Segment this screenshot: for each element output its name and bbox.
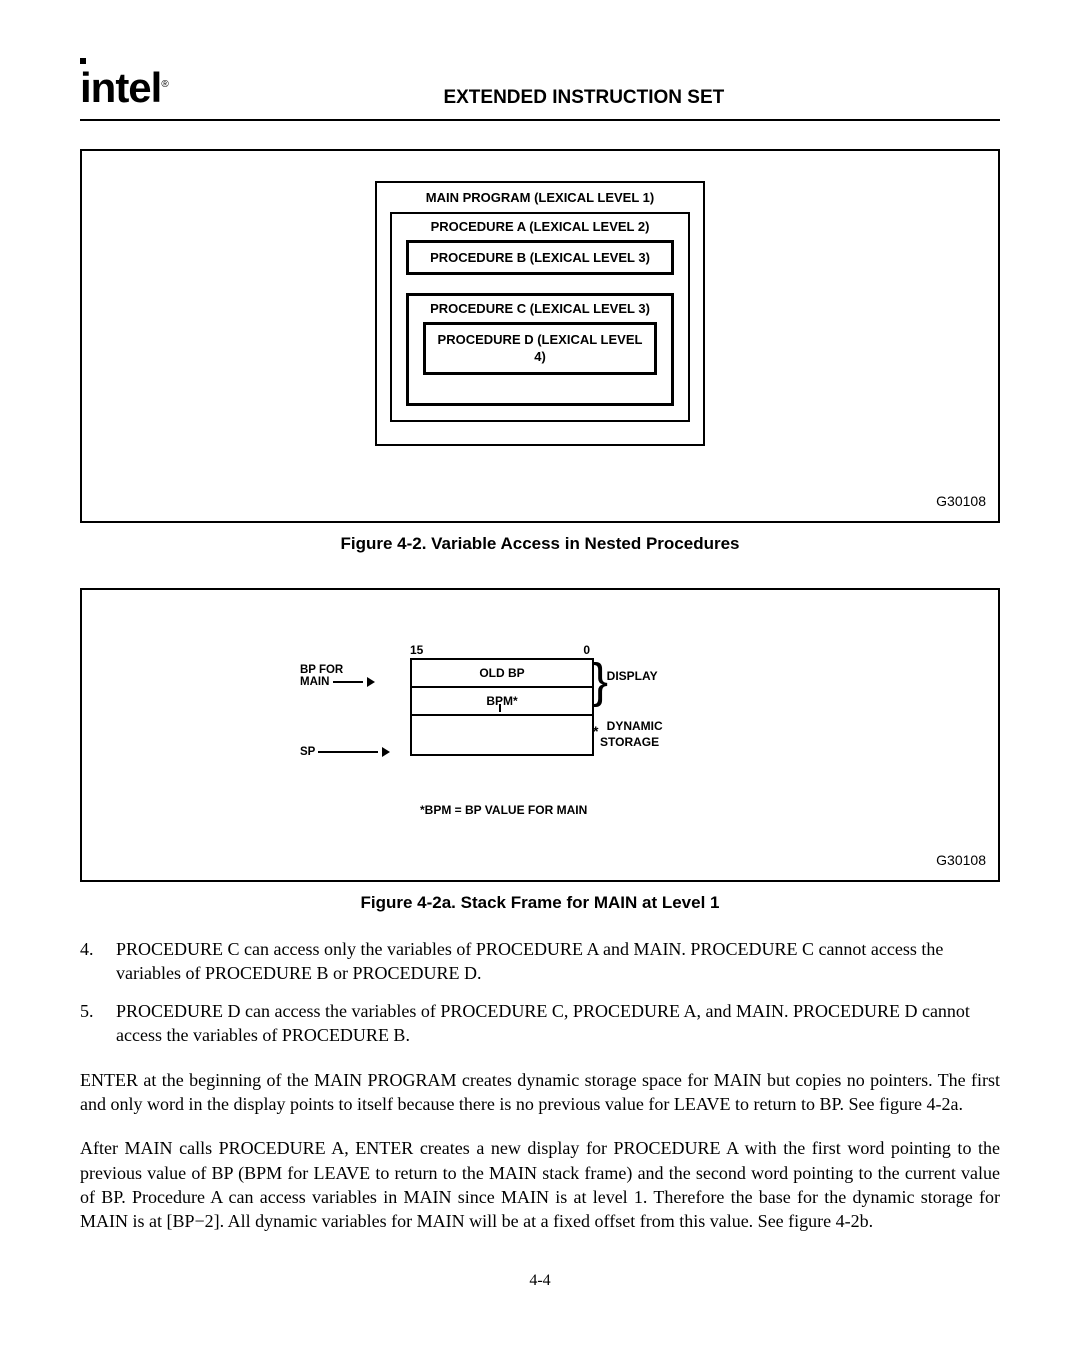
section-title: EXTENDED INSTRUCTION SET xyxy=(168,85,1000,117)
display-label: DISPLAY xyxy=(600,668,658,684)
bp-for-main-label: BP FOR MAIN xyxy=(300,664,375,689)
figure1-ref: G30108 xyxy=(936,492,986,511)
bit-0: 0 xyxy=(583,642,590,658)
bp-label-text: BP FOR MAIN xyxy=(300,664,343,689)
list-text-4: PROCEDURE C can access only the variable… xyxy=(116,937,1000,986)
sp-label-text: SP xyxy=(300,746,315,758)
asterisk-marker: * xyxy=(593,722,598,741)
stack-table: OLD BP BPM* xyxy=(410,658,594,756)
figure2-caption: Figure 4-2a. Stack Frame for MAIN at Lev… xyxy=(80,892,1000,915)
box-procedure-d: PROCEDURE D (LEXICAL LEVEL 4) xyxy=(423,322,657,375)
display-label-text: DISPLAY xyxy=(607,669,658,683)
stack-row-bpm: BPM* xyxy=(412,688,592,716)
sp-label: SP xyxy=(300,746,390,759)
box-procD-label: PROCEDURE D (LEXICAL LEVEL 4) xyxy=(438,332,643,365)
box-main-label: MAIN PROGRAM (LEXICAL LEVEL 1) xyxy=(426,190,654,205)
dynamic-storage-label: DYNAMIC STORAGE xyxy=(600,718,663,750)
intel-logo: intel® xyxy=(80,60,168,117)
figure1-caption: Figure 4-2. Variable Access in Nested Pr… xyxy=(80,533,1000,556)
paragraph-after-main: After MAIN calls PROCEDURE A, ENTER crea… xyxy=(80,1136,1000,1233)
box-procedure-b: PROCEDURE B (LEXICAL LEVEL 3) xyxy=(406,240,674,276)
figure2-ref: G30108 xyxy=(936,851,986,870)
page-header: intel® EXTENDED INSTRUCTION SET xyxy=(80,60,1000,121)
bit-15: 15 xyxy=(410,642,423,658)
dynamic-label-text: DYNAMIC STORAGE xyxy=(600,719,663,749)
box-procA-label: PROCEDURE A (LEXICAL LEVEL 2) xyxy=(431,219,650,234)
numbered-list: 4. PROCEDURE C can access only the varia… xyxy=(80,937,1000,1048)
logo-registered: ® xyxy=(161,79,167,90)
stack-row-oldbp: OLD BP xyxy=(412,660,592,688)
box-procB-label: PROCEDURE B (LEXICAL LEVEL 3) xyxy=(430,250,650,265)
page-number: 4-4 xyxy=(80,1270,1000,1292)
list-item-5: 5. PROCEDURE D can access the variables … xyxy=(80,999,1000,1048)
paragraph-enter: ENTER at the beginning of the MAIN PROGR… xyxy=(80,1068,1000,1117)
box-procedure-a: PROCEDURE A (LEXICAL LEVEL 2) PROCEDURE … xyxy=(390,212,690,422)
list-text-5: PROCEDURE D can access the variables of … xyxy=(116,999,1000,1048)
box-procC-label: PROCEDURE C (LEXICAL LEVEL 3) xyxy=(430,301,650,316)
list-num-5: 5. xyxy=(80,999,116,1048)
logo-text: intel xyxy=(80,64,161,111)
figure-4-2a-frame: 15 0 OLD BP BPM* BP FOR MAIN SP } DISPLA… xyxy=(80,588,1000,882)
list-item-4: 4. PROCEDURE C can access only the varia… xyxy=(80,937,1000,986)
list-num-4: 4. xyxy=(80,937,116,986)
box-procedure-c: PROCEDURE C (LEXICAL LEVEL 3) PROCEDURE … xyxy=(406,293,674,406)
bpm-footnote: *BPM = BP VALUE FOR MAIN xyxy=(420,802,587,818)
figure-4-2-frame: MAIN PROGRAM (LEXICAL LEVEL 1) PROCEDURE… xyxy=(80,149,1000,523)
box-main-program: MAIN PROGRAM (LEXICAL LEVEL 1) PROCEDURE… xyxy=(375,181,705,446)
stack-row-empty xyxy=(412,716,592,754)
